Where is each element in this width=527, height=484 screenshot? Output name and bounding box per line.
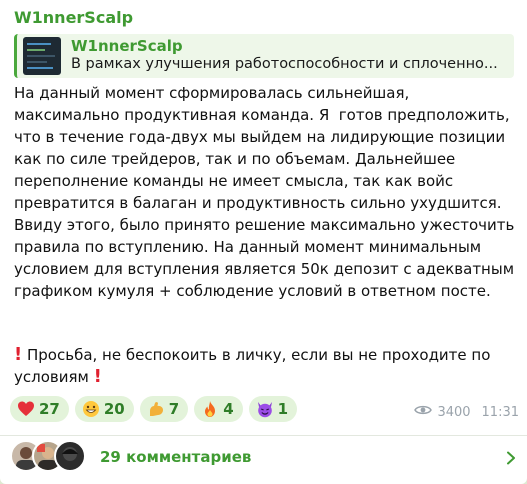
reaction-grin[interactable]: 20 xyxy=(74,396,134,422)
grinning-face-icon xyxy=(82,400,100,418)
reaction-biceps[interactable]: 7 xyxy=(139,396,189,422)
post-time: 11:31 xyxy=(481,404,519,420)
divider xyxy=(0,435,527,436)
reaction-heart[interactable]: 27 xyxy=(10,396,69,422)
avatar xyxy=(54,440,86,472)
reply-preview: В рамках улучшения работоспособности и с… xyxy=(71,56,498,72)
reply-thumbnail xyxy=(23,37,61,75)
reaction-count: 1 xyxy=(277,400,289,418)
view-count: 3400 xyxy=(437,404,471,420)
chevron-right-icon xyxy=(504,450,518,465)
notice-text: Просьба, не беспокоить в личку, если вы … xyxy=(14,346,491,386)
reaction-count: 7 xyxy=(168,400,180,418)
commenter-avatars xyxy=(10,440,88,474)
eye-icon xyxy=(414,404,433,420)
reaction-fire[interactable]: 4 xyxy=(194,396,243,422)
exclamation-icon: ! xyxy=(93,366,102,387)
post-meta: 3400 11:31 xyxy=(414,404,519,420)
reply-title: W1nnerScalp xyxy=(71,37,183,55)
exclamation-icon: ! xyxy=(14,344,23,365)
channel-post: W1nnerScalp W1nnerScalp В рамках улучшен… xyxy=(0,0,527,484)
reactions-bar: 27 20 7 4 1 xyxy=(10,396,298,422)
post-body: На данный момент сформировалась сильнейш… xyxy=(14,84,520,300)
reaction-count: 4 xyxy=(223,400,234,418)
comments-button[interactable]: 29 комментариев xyxy=(10,440,520,476)
reaction-count: 27 xyxy=(39,400,60,418)
fire-icon xyxy=(201,400,219,418)
reaction-devil[interactable]: 1 xyxy=(248,396,298,422)
sender-name[interactable]: W1nnerScalp xyxy=(14,8,133,27)
reply-quote[interactable]: W1nnerScalp В рамках улучшения работоспо… xyxy=(14,34,514,78)
flexed-biceps-icon xyxy=(147,400,165,418)
heart-icon xyxy=(17,400,35,418)
post-notice: ! Просьба, не беспокоить в личку, если в… xyxy=(14,344,519,388)
reaction-count: 20 xyxy=(103,400,125,418)
comments-count-label: 29 комментариев xyxy=(100,448,252,466)
smiling-devil-icon xyxy=(256,400,274,418)
